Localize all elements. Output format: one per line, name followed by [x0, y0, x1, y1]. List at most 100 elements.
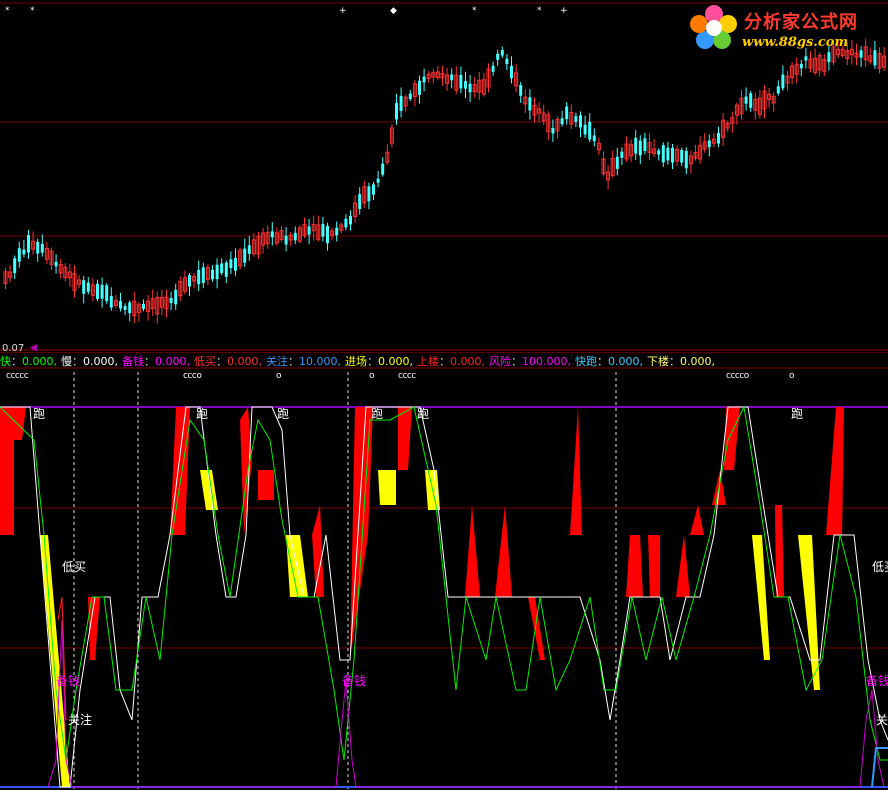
candle-body: [307, 226, 311, 235]
legend-item: 关注：10.000,: [266, 355, 341, 368]
candle-body: [349, 216, 352, 225]
candle-body: [684, 150, 688, 169]
candle-body: [13, 258, 17, 274]
slow-line: [0, 406, 888, 788]
candle-body: [119, 301, 122, 309]
legend-item: 快跑：0.000,: [575, 355, 643, 368]
candle-body: [592, 135, 596, 142]
candle-body: [243, 248, 247, 263]
candle-body: [657, 150, 661, 155]
indicator-legend: 快：0.000, 慢：0.000, 备钱：0.000, 低买：0.000, 关注：10.…: [0, 355, 719, 369]
candle-body: [574, 116, 578, 122]
indicator-fill: [170, 407, 190, 535]
prepare-money-label: 备钱: [866, 674, 888, 688]
indicator-fill: [690, 505, 704, 535]
candle-body: [224, 262, 228, 277]
candle-body: [220, 263, 224, 274]
ccc-marker: ccco: [183, 371, 202, 381]
candlesticks: [3, 38, 887, 324]
candle-body: [234, 257, 237, 271]
legend-separator: ：: [511, 355, 522, 368]
indicator-fill: [258, 470, 274, 500]
candle-body: [804, 56, 808, 61]
indicator-fills: [0, 407, 844, 787]
candle-body: [211, 269, 214, 280]
candle-body: [96, 283, 99, 299]
candle-body: [229, 259, 233, 269]
legend-value: 0.000,: [378, 355, 413, 368]
candle-body: [459, 74, 463, 89]
candle-body: [215, 264, 219, 280]
legend-separator: ：: [596, 355, 608, 368]
candle-body: [680, 149, 684, 163]
candle-body: [188, 275, 191, 287]
run-label: 跑: [196, 407, 209, 421]
ccc-marker: o: [369, 371, 375, 381]
logo-title: 分析家公式网: [744, 12, 858, 33]
indicator-fill: [826, 407, 844, 535]
legend-item: 进场：0.000,: [345, 355, 413, 368]
candle-body: [376, 178, 380, 183]
candle-body: [418, 80, 421, 95]
indicator-fill: [465, 505, 480, 597]
candle-body: [583, 124, 587, 135]
legend-item: 低买：0.000,: [194, 355, 262, 368]
indicator-fill: [398, 407, 412, 470]
legend-value: 0.000,: [679, 355, 715, 368]
candle-body: [270, 231, 274, 238]
top-marker: *: [30, 6, 35, 16]
legend-value: 0.000,: [227, 355, 262, 368]
legend-name: 快跑: [574, 355, 597, 368]
legend-name: 下楼: [646, 355, 669, 368]
candle-body: [395, 102, 398, 120]
legend-name: 慢: [61, 355, 72, 368]
candle-body: [22, 249, 26, 255]
legend-value: 100.000,: [522, 355, 571, 368]
candle-body: [142, 303, 145, 309]
candle-body: [408, 93, 412, 99]
indicator-fill: [626, 535, 643, 597]
legend-separator: ：: [439, 355, 450, 368]
top-marker: *: [472, 6, 477, 16]
legend-separator: ：: [144, 355, 155, 368]
run-label: 跑: [791, 407, 804, 421]
logo-url: www.88gs.com: [742, 35, 849, 50]
candle-body: [491, 65, 495, 72]
legend-name: 风险: [489, 355, 511, 368]
legend-name: 备钱: [122, 355, 144, 368]
candle-body: [661, 145, 665, 163]
candle-body: [201, 267, 205, 283]
candle-body: [615, 156, 619, 169]
indicator-fill: [724, 407, 740, 470]
candle-body: [174, 289, 178, 305]
candle-body: [109, 296, 113, 308]
indicator-fill: [350, 407, 373, 660]
top-marker: *: [537, 6, 542, 16]
indicator-panel[interactable]: [0, 352, 888, 790]
candle-body: [372, 184, 375, 195]
legend-value: 0.000,: [83, 355, 118, 368]
candle-body: [422, 76, 426, 83]
top-marker: +: [560, 6, 568, 16]
candle-body: [82, 280, 86, 294]
candle-body: [326, 225, 329, 244]
price-grid: [0, 2, 888, 351]
watch-label: 关注: [68, 713, 93, 727]
indicator-fill: [528, 597, 545, 660]
watch-label: 关: [876, 713, 888, 727]
ccc-marker: o: [789, 371, 795, 381]
low-buy-label: 低买: [872, 560, 888, 574]
legend-item: 快：0.000,: [0, 355, 57, 368]
prepare-money-label: 备钱: [56, 674, 81, 688]
candle-body: [749, 93, 753, 108]
indicator-fill: [495, 505, 512, 597]
indicator-fill: [312, 505, 324, 597]
legend-value: 0.000,: [22, 355, 57, 368]
candle-body: [744, 96, 748, 104]
chart-window: 分析家公式网 www.88gs.com * * + ◆ * * + 0.07 ◀…: [0, 0, 888, 790]
candle-body: [293, 232, 297, 241]
indicator-fill: [676, 535, 690, 597]
candle-body: [579, 115, 582, 128]
legend-separator: ：: [668, 355, 680, 368]
candle-body: [197, 269, 201, 285]
